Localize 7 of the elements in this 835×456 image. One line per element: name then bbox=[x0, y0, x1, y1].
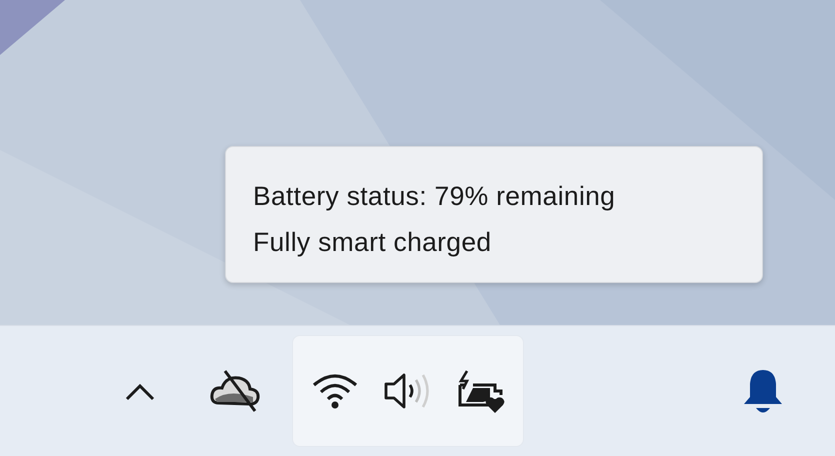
wifi-icon[interactable] bbox=[311, 372, 359, 410]
tooltip-text: Fully smart charged bbox=[253, 226, 492, 259]
quick-settings-button[interactable] bbox=[292, 335, 524, 447]
tooltip-text: Battery status: 79% remaining bbox=[253, 180, 616, 213]
battery-heart-icon[interactable] bbox=[457, 369, 507, 413]
cloud-off-icon[interactable] bbox=[209, 369, 261, 413]
bell-icon[interactable] bbox=[741, 367, 785, 415]
